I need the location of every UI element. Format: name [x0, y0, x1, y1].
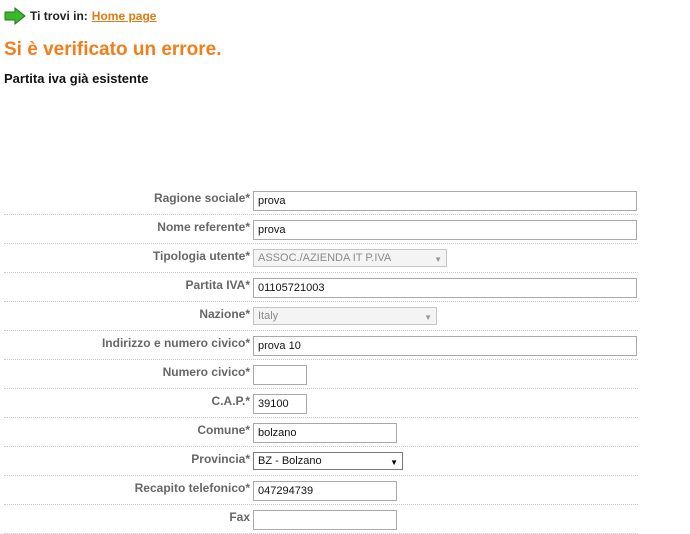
recapito-label: Recapito telefonico* — [134, 481, 250, 495]
form-row-cap: C.A.P.* 39100 — [4, 389, 638, 418]
nazione-select[interactable]: Italy ▼ — [253, 307, 437, 325]
comune-input[interactable]: bolzano — [253, 423, 397, 443]
tipologia-utente-label: Tipologia utente* — [152, 249, 250, 263]
provincia-value: BZ - Bolzano — [258, 455, 322, 467]
tipologia-utente-select[interactable]: ASSOC./AZIENDA IT P.IVA ▼ — [253, 249, 447, 267]
form-row-nazione: Nazione* Italy ▼ — [4, 302, 638, 331]
recapito-input[interactable]: 047294739 — [253, 481, 397, 501]
indirizzo-label: Indirizzo e numero civico* — [101, 336, 250, 350]
form-row-comune: Comune* bolzano — [4, 418, 638, 447]
nome-referente-input[interactable]: prova — [253, 220, 637, 240]
form-row-fax: Fax — [4, 505, 638, 534]
chevron-down-icon: ▼ — [424, 313, 432, 322]
breadcrumb-prefix: Ti trovi in: — [30, 9, 88, 23]
page: Ti trovi in: Home page Si è verificato u… — [0, 0, 690, 534]
comune-label: Comune* — [197, 423, 250, 437]
form-row-nome-referente: Nome referente* prova — [4, 215, 638, 244]
form-row-indirizzo: Indirizzo e numero civico* prova 10 — [4, 331, 638, 360]
nome-referente-label: Nome referente* — [157, 220, 250, 234]
form-row-recapito: Recapito telefonico* 047294739 — [4, 476, 638, 505]
provincia-select[interactable]: BZ - Bolzano ▼ — [253, 452, 403, 470]
fax-input[interactable] — [253, 510, 397, 530]
chevron-down-icon: ▼ — [434, 255, 442, 264]
registration-form: Ragione sociale* prova Nome referente* p… — [4, 186, 638, 534]
provincia-label: Provincia* — [191, 452, 250, 466]
breadcrumb-home-link[interactable]: Home page — [92, 9, 157, 23]
error-message: Partita iva già esistente — [4, 71, 149, 86]
breadcrumb: Ti trovi in: Home page — [4, 6, 156, 26]
nazione-label: Nazione* — [199, 307, 250, 321]
form-row-provincia: Provincia* BZ - Bolzano ▼ — [4, 447, 638, 476]
form-row-ragione-sociale: Ragione sociale* prova — [4, 186, 638, 215]
arrow-right-icon — [4, 7, 26, 25]
chevron-down-icon: ▼ — [390, 458, 398, 467]
form-row-tipologia-utente: Tipologia utente* ASSOC./AZIENDA IT P.IV… — [4, 244, 638, 273]
form-row-numero-civico: Numero civico* — [4, 360, 638, 389]
form-row-partita-iva: Partita IVA* 01105721003 — [4, 273, 638, 302]
partita-iva-input[interactable]: 01105721003 — [253, 278, 637, 298]
ragione-sociale-label: Ragione sociale* — [153, 191, 250, 205]
tipologia-utente-value: ASSOC./AZIENDA IT P.IVA — [258, 252, 392, 264]
indirizzo-input[interactable]: prova 10 — [253, 336, 637, 356]
numero-civico-input[interactable] — [253, 365, 307, 385]
cap-input[interactable]: 39100 — [253, 394, 307, 414]
partita-iva-label: Partita IVA* — [185, 278, 250, 292]
nazione-value: Italy — [258, 310, 279, 322]
numero-civico-label: Numero civico* — [162, 365, 250, 379]
cap-label: C.A.P.* — [211, 394, 250, 408]
error-title: Si è verificato un errore. — [4, 39, 222, 60]
ragione-sociale-input[interactable]: prova — [253, 191, 637, 211]
fax-label: Fax — [229, 510, 250, 524]
